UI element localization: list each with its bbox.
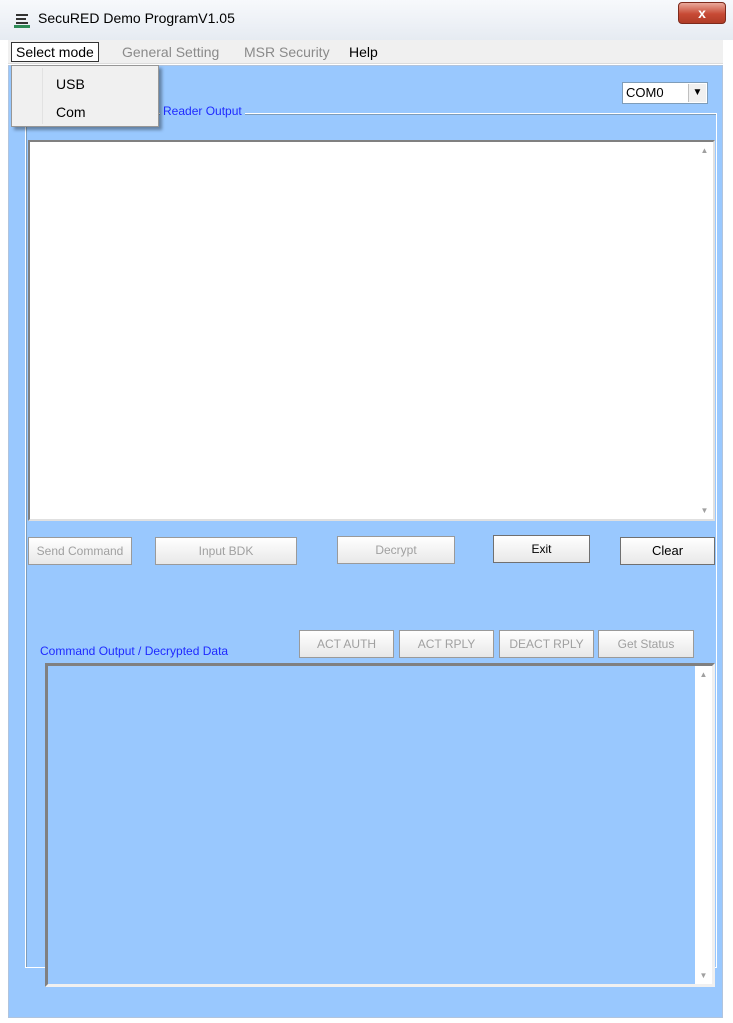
- app-icon: [14, 12, 30, 28]
- clear-button[interactable]: Clear: [620, 537, 715, 565]
- act-auth-button[interactable]: ACT AUTH: [299, 630, 394, 658]
- scroll-up-icon[interactable]: ▲: [696, 142, 713, 159]
- menu-select-mode[interactable]: Select mode: [11, 42, 99, 62]
- close-button[interactable]: x: [678, 2, 726, 24]
- get-status-button[interactable]: Get Status: [598, 630, 694, 658]
- menu-general-setting[interactable]: General Setting: [122, 44, 219, 60]
- com-port-value: COM0: [626, 85, 664, 100]
- menu-item-usb[interactable]: USB: [56, 76, 85, 92]
- act-rply-button[interactable]: ACT RPLY: [399, 630, 494, 658]
- menu-msr-security[interactable]: MSR Security: [244, 44, 330, 60]
- send-command-button[interactable]: Send Command: [28, 537, 132, 565]
- command-output-scrollbar[interactable]: ▲ ▼: [695, 666, 712, 984]
- reader-output-scrollbar[interactable]: ▲ ▼: [696, 142, 713, 519]
- scroll-down-icon[interactable]: ▼: [696, 502, 713, 519]
- menu-gutter-divider: [42, 68, 43, 124]
- chevron-down-icon[interactable]: ▼: [688, 84, 706, 102]
- scroll-up-icon[interactable]: ▲: [695, 666, 712, 683]
- decrypt-button[interactable]: Decrypt: [337, 536, 455, 564]
- deact-rply-button[interactable]: DEACT RPLY: [499, 630, 594, 658]
- exit-button[interactable]: Exit: [493, 535, 590, 563]
- menu-bar: Select mode General Setting MSR Security…: [8, 40, 723, 64]
- menu-item-com[interactable]: Com: [56, 104, 86, 120]
- reader-output-label: Reader Output: [160, 104, 245, 118]
- command-output-textarea[interactable]: ▲ ▼: [45, 663, 715, 987]
- reader-output-textarea[interactable]: ▲ ▼: [28, 140, 715, 521]
- scroll-down-icon[interactable]: ▼: [695, 967, 712, 984]
- window-title: SecuRED Demo ProgramV1.05: [38, 10, 235, 26]
- input-bdk-button[interactable]: Input BDK: [155, 537, 297, 565]
- menu-help[interactable]: Help: [349, 44, 378, 60]
- select-mode-dropdown: USB Com: [11, 65, 159, 127]
- command-output-label: Command Output / Decrypted Data: [40, 644, 229, 658]
